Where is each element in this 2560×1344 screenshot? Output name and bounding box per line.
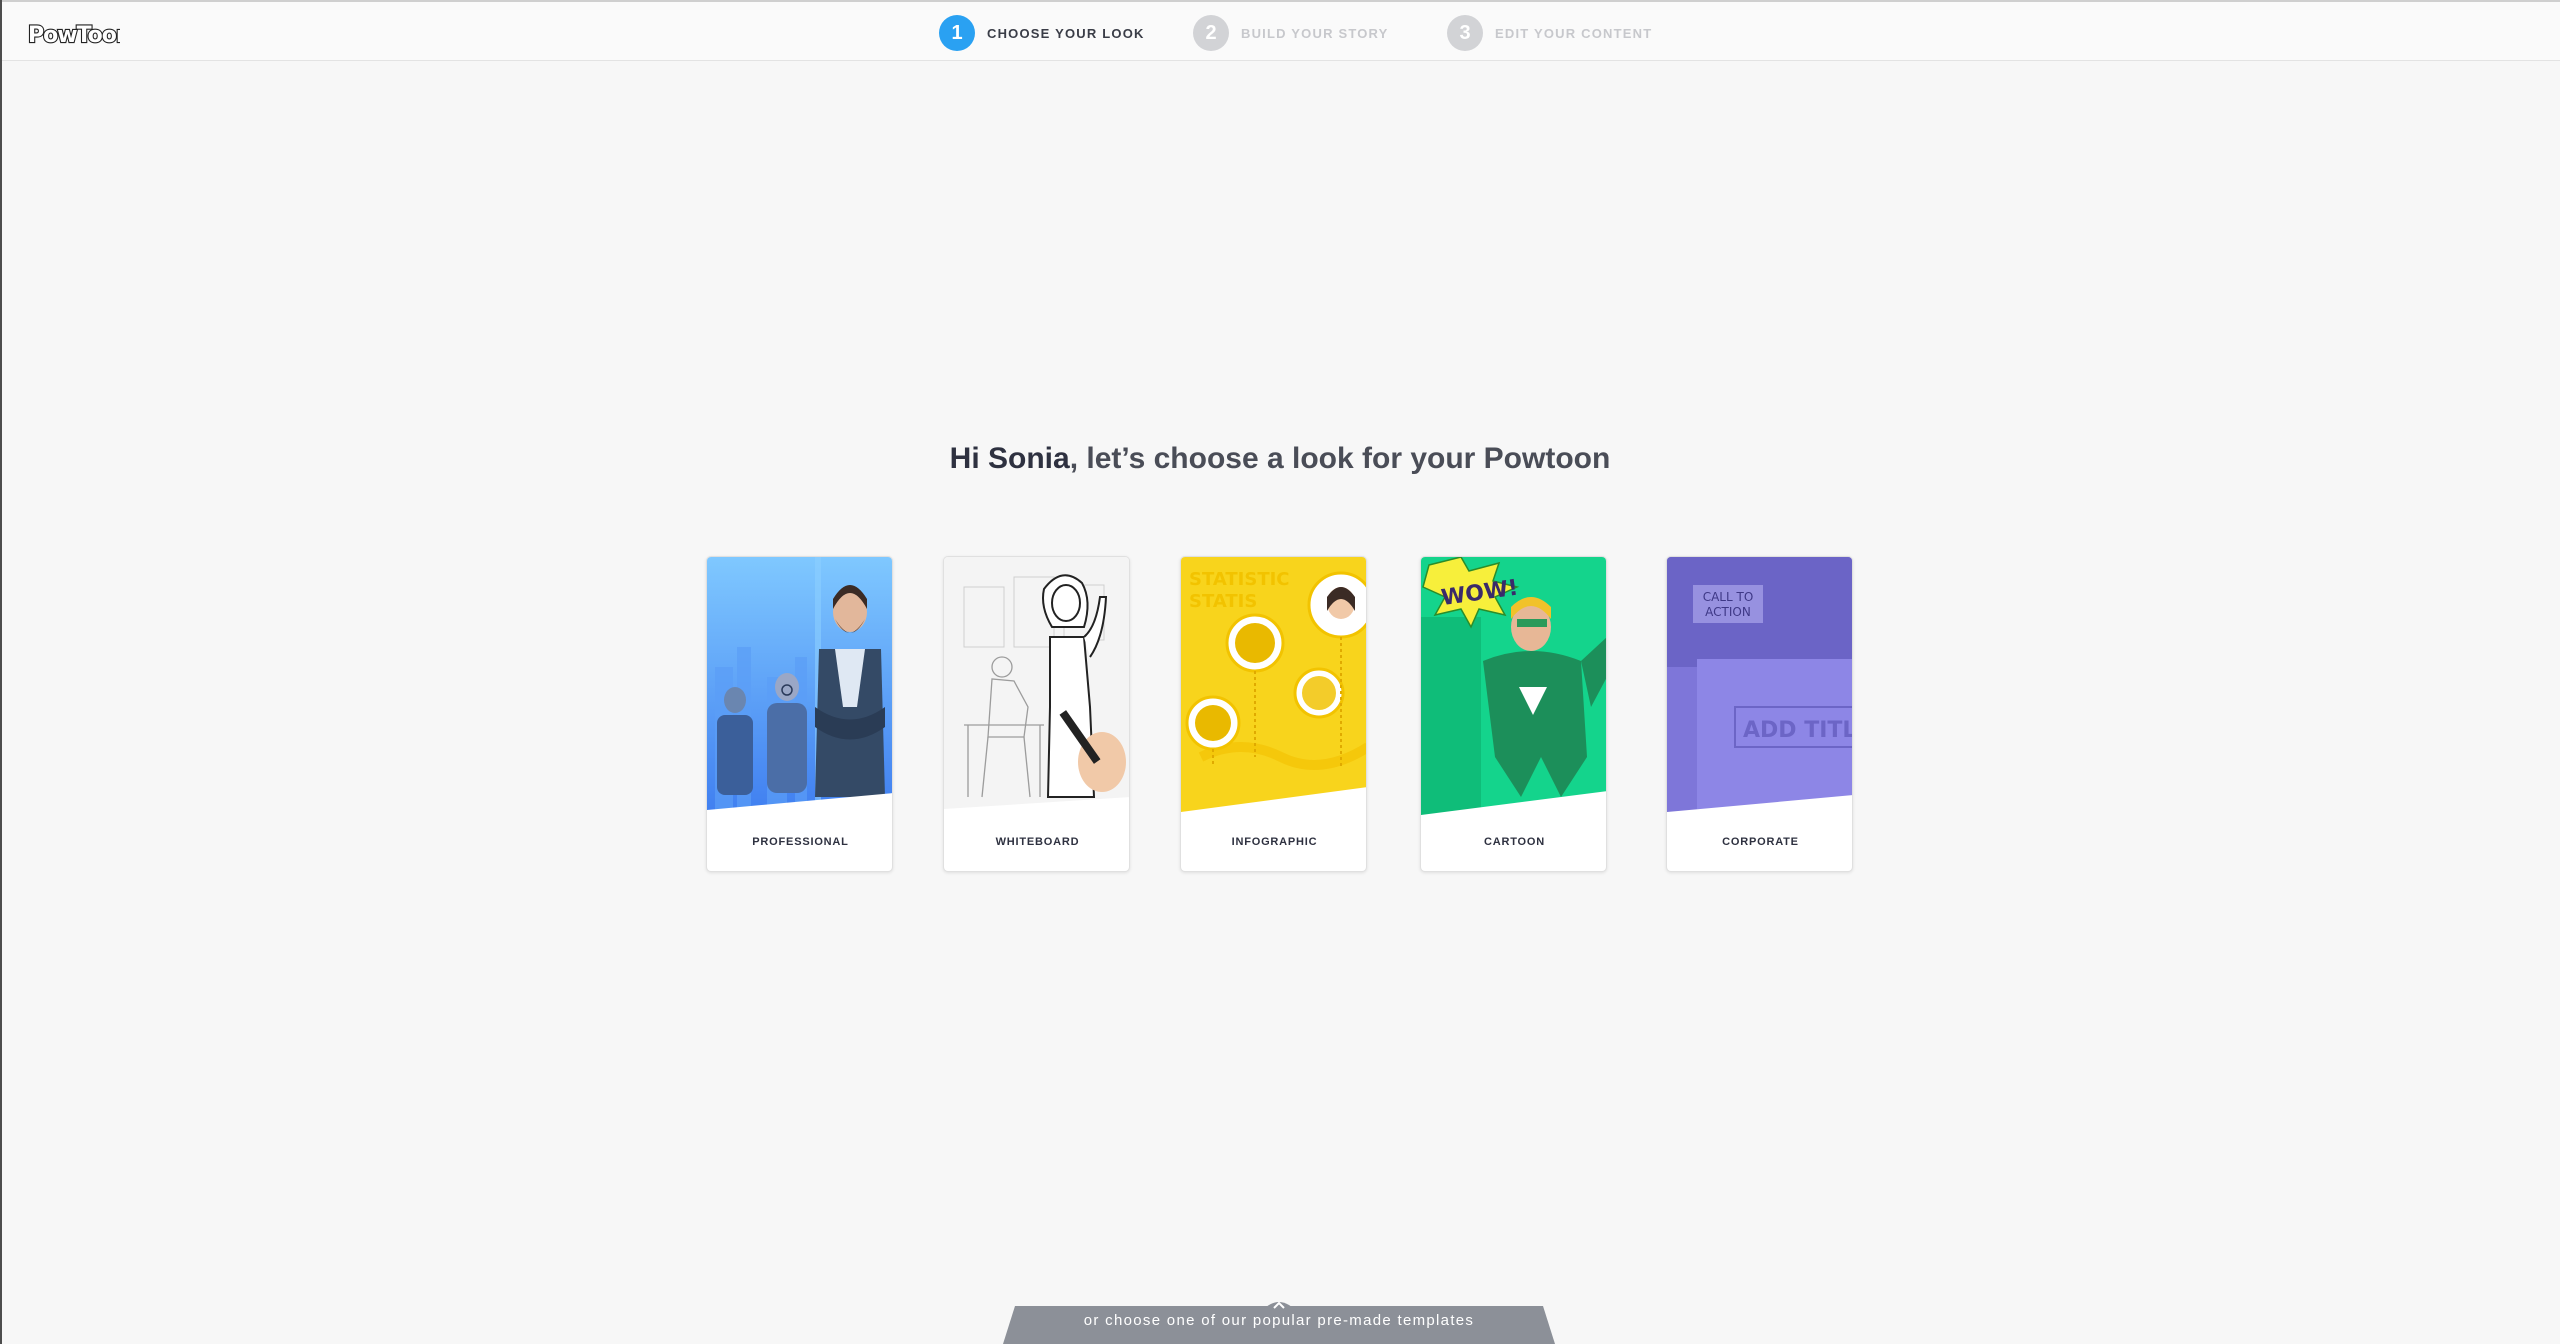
step-label: EDIT YOUR CONTENT: [1495, 25, 1653, 41]
step-number: 1: [939, 15, 975, 51]
style-label: CARTOON: [1483, 836, 1545, 848]
step-label: BUILD YOUR STORY: [1241, 25, 1389, 41]
svg-text:CALL TO: CALL TO: [1703, 590, 1754, 604]
greeting-rest: , let’s choose a look for your Powtoon: [1069, 442, 1611, 475]
svg-text:ACTION: ACTION: [1705, 605, 1751, 619]
svg-text:STATISTIC: STATISTIC: [1189, 569, 1290, 590]
chevron-up-icon[interactable]: [1259, 1294, 1299, 1314]
style-label: CORPORATE: [1722, 836, 1799, 848]
step-edit-content[interactable]: 3 EDIT YOUR CONTENT: [1447, 14, 1652, 52]
corporate-illustration: CALL TO ACTION ADD TITL: [1667, 557, 1853, 817]
cartoon-illustration: WOW!: [1421, 557, 1606, 817]
whiteboard-illustration: [944, 557, 1129, 817]
style-card-infographic[interactable]: STATISTIC STATIS INFOGRAPHIC: [1180, 556, 1367, 872]
step-label: CHOOSE YOUR LOOK: [987, 25, 1145, 41]
style-card-professional[interactable]: PROFESSIONAL: [706, 556, 893, 872]
premade-templates-tab[interactable]: or choose one of our popular pre-made te…: [1003, 1301, 1555, 1344]
page-title: Hi Sonia, let’s choose a look for your P…: [0, 442, 2560, 476]
style-card-whiteboard[interactable]: WHITEBOARD: [943, 556, 1130, 872]
svg-text:PowToon: PowToon: [28, 23, 120, 48]
step-number: 2: [1193, 15, 1229, 51]
svg-text:ADD TITL: ADD TITL: [1743, 718, 1853, 743]
svg-text:STATIS: STATIS: [1189, 591, 1257, 612]
step-choose-look[interactable]: 1 CHOOSE YOUR LOOK: [939, 14, 1145, 52]
greeting-name: Hi Sonia: [949, 442, 1070, 475]
style-label: WHITEBOARD: [995, 836, 1080, 848]
premade-templates-text: or choose one of our popular pre-made te…: [1083, 1312, 1475, 1329]
top-navigation-bar: PowToon 1 CHOOSE YOUR LOOK 2 BUILD YOUR …: [2, 0, 2560, 61]
window-edge: [0, 0, 2, 1344]
step-number: 3: [1447, 15, 1483, 51]
powtoon-logo[interactable]: PowToon: [26, 16, 120, 50]
style-card-cartoon[interactable]: WOW! CARTOON: [1420, 556, 1607, 872]
infographic-illustration: STATISTIC STATIS: [1181, 557, 1366, 817]
style-label: INFOGRAPHIC: [1231, 836, 1318, 848]
style-card-corporate[interactable]: CALL TO ACTION ADD TITL CORPORATE: [1666, 556, 1853, 872]
step-build-story[interactable]: 2 BUILD YOUR STORY: [1193, 14, 1389, 52]
professional-illustration: [707, 557, 892, 817]
style-label: PROFESSIONAL: [752, 836, 849, 848]
